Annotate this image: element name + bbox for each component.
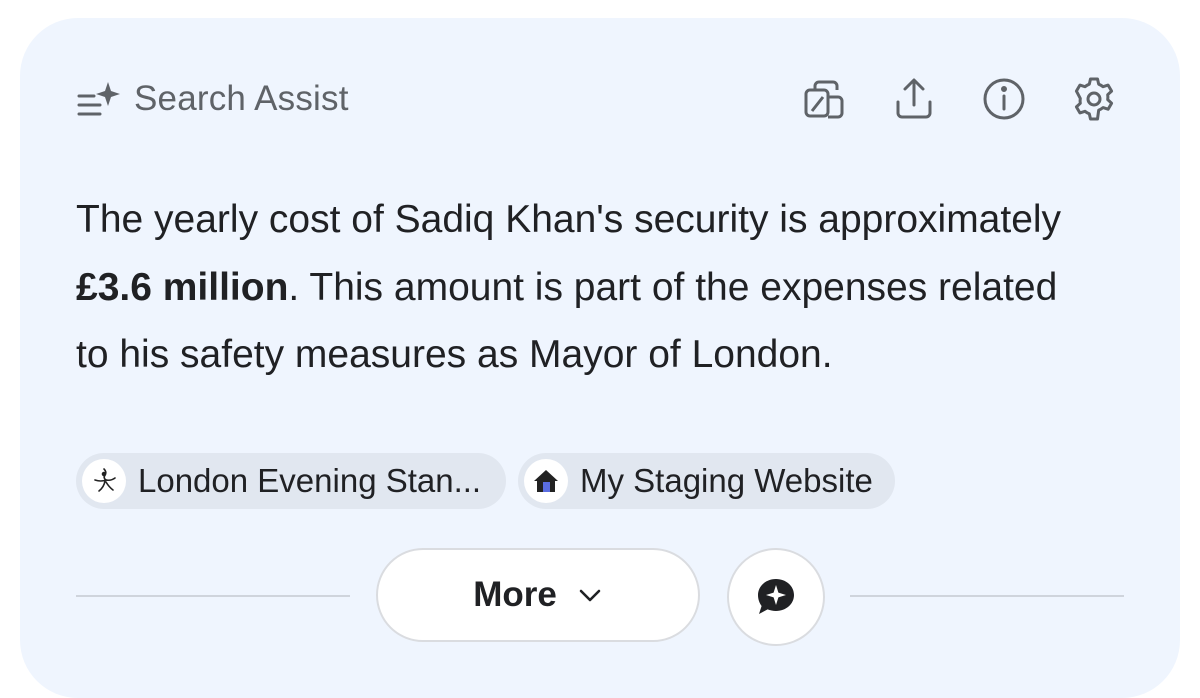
copy-icon	[804, 80, 844, 119]
copy-button[interactable]	[790, 74, 858, 124]
source-chips: London Evening Stan... My Staging Websit…	[76, 453, 895, 509]
chevron-down-icon	[579, 589, 601, 602]
share-button[interactable]	[880, 74, 948, 124]
toolbar	[790, 74, 1128, 124]
more-button-label: More	[473, 575, 557, 614]
chat-sparkle-icon	[758, 579, 794, 614]
source-chip-label: London Evening Stan...	[138, 462, 482, 499]
answer-text: The yearly cost of Sadiq Khan's security…	[76, 186, 1096, 389]
search-assist-header: Search Assist	[76, 74, 349, 124]
house-favicon	[524, 459, 568, 503]
divider-right	[850, 595, 1124, 597]
source-chip-my-staging-website[interactable]: My Staging Website	[518, 453, 895, 509]
info-icon	[983, 78, 1025, 120]
share-icon	[896, 78, 932, 119]
settings-button[interactable]	[1060, 74, 1128, 124]
evening-standard-favicon	[82, 459, 126, 503]
answer-part-1: The yearly cost of Sadiq Khan's security…	[76, 198, 1062, 241]
more-button[interactable]: More	[376, 548, 700, 642]
search-assist-title: Search Assist	[134, 79, 349, 118]
search-assist-card: Search Assist The yearly cost of Sadiq K…	[20, 18, 1180, 698]
info-button[interactable]	[970, 74, 1038, 124]
answer-highlight: £3.6 million	[76, 265, 289, 309]
source-chip-london-evening-standard[interactable]: London Evening Stan...	[76, 453, 506, 509]
sparkle-list-icon	[77, 82, 120, 116]
settings-icon	[1074, 77, 1114, 121]
chat-button[interactable]	[727, 548, 825, 646]
divider-left	[76, 595, 350, 597]
source-chip-label: My Staging Website	[580, 462, 873, 499]
